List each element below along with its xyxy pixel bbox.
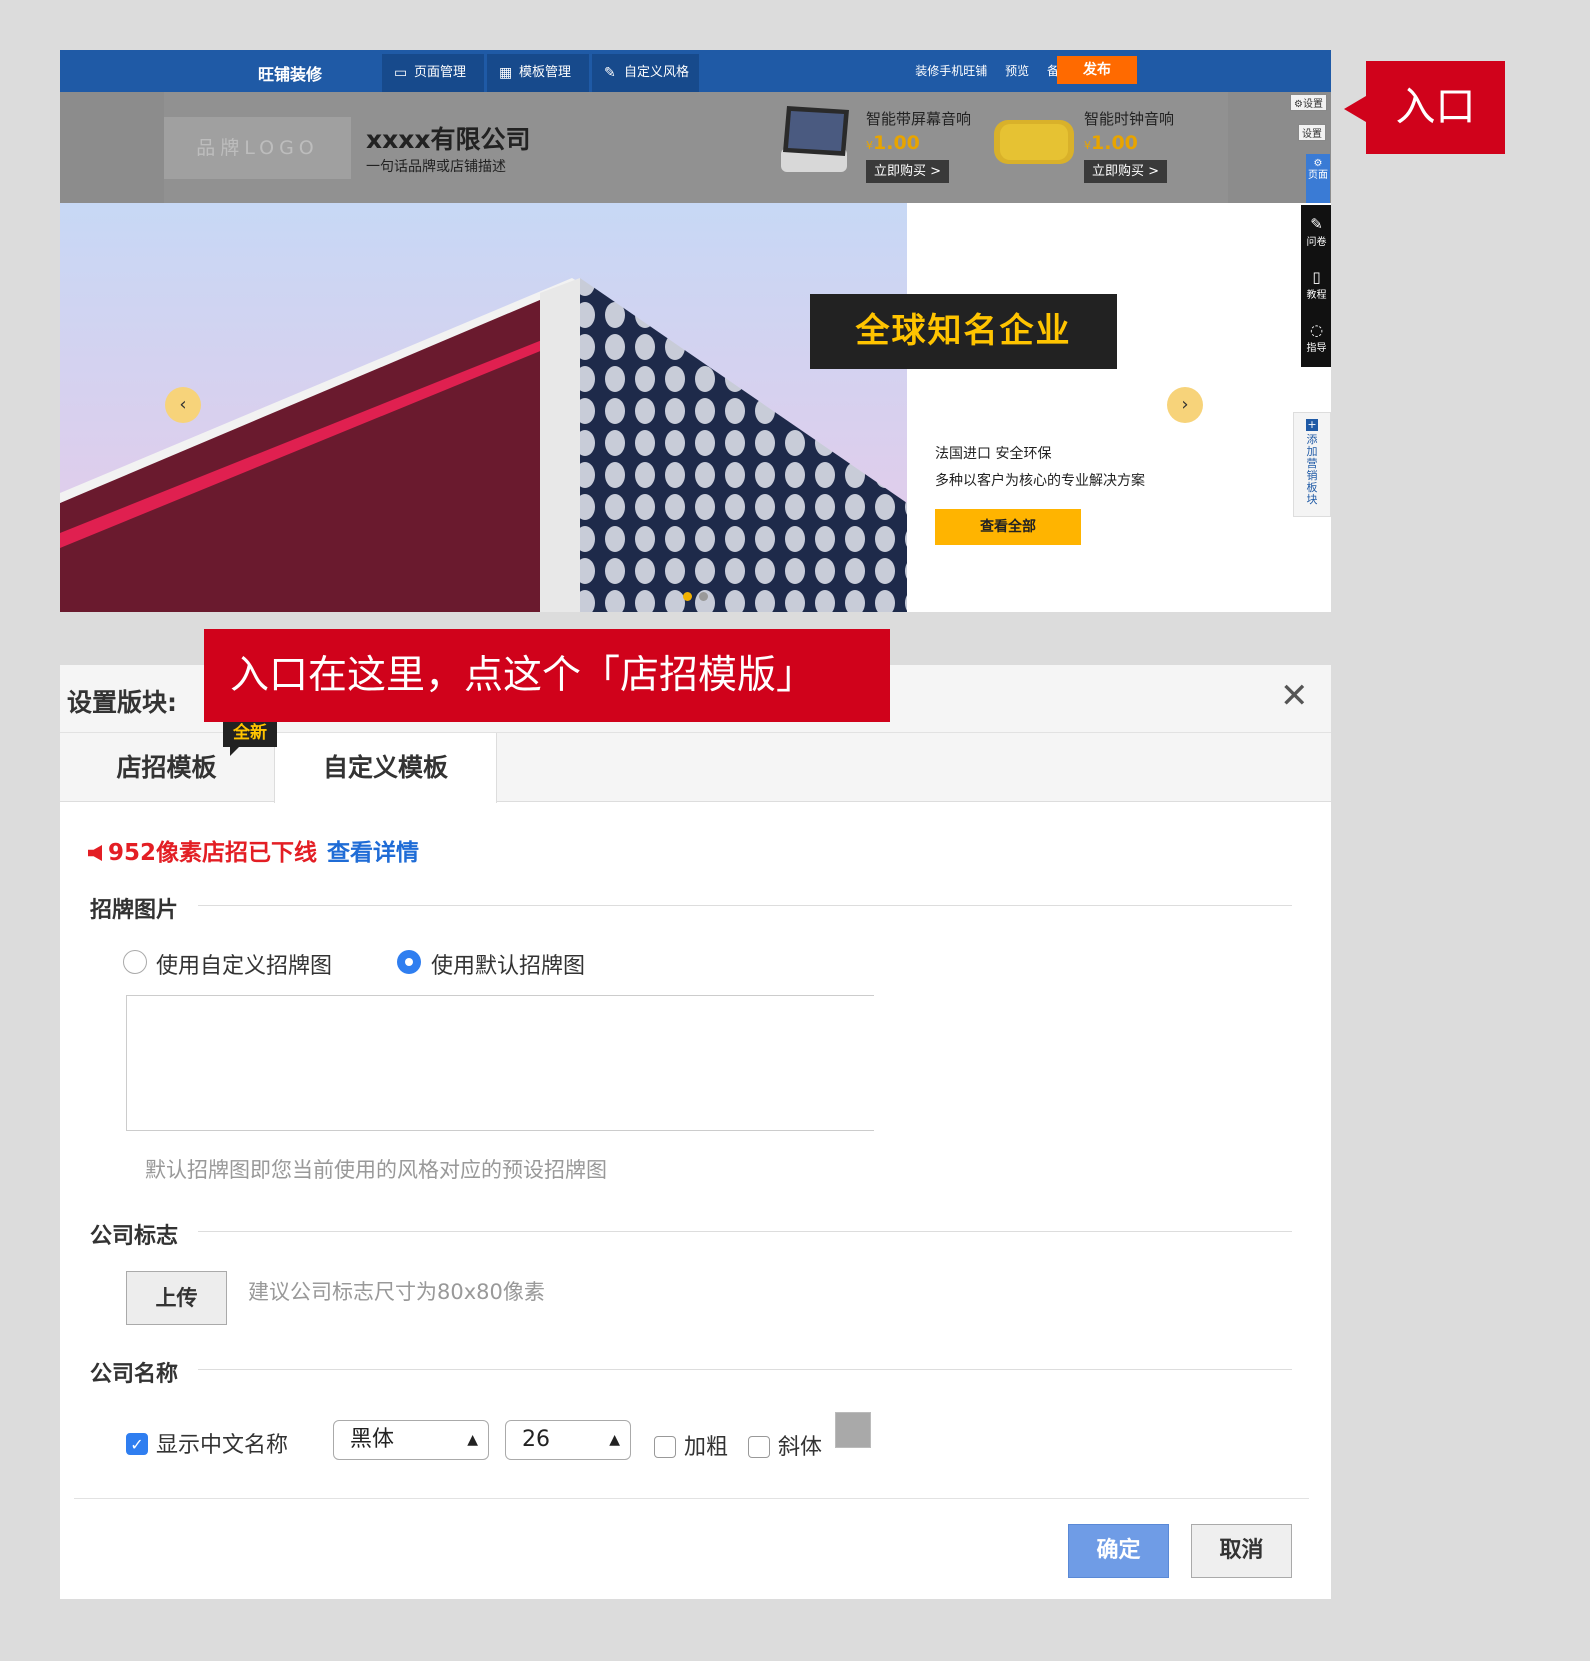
add-marketing-module-button[interactable]: + 添加营销板块: [1293, 412, 1331, 517]
section-sign-image: 招牌图片: [90, 898, 179, 923]
badge-tail: [230, 747, 239, 756]
page-settings-tag[interactable]: ⚙ 页面: [1306, 154, 1330, 204]
new-badge: 全新: [223, 720, 277, 747]
brand-logo-placeholder: 品牌LOGO: [164, 117, 351, 179]
select-caret-icon: ▲: [609, 1432, 620, 1448]
page-icon: ▭: [394, 65, 408, 81]
clock-speaker-image: [994, 120, 1074, 164]
divider: [198, 1369, 1292, 1370]
banner-subtitle: 法国进口 安全环保: [935, 446, 1052, 462]
section-company-logo: 公司标志: [90, 1224, 179, 1249]
publish-button[interactable]: 发布: [1057, 56, 1137, 84]
guide-tool[interactable]: ◌ 指导: [1301, 321, 1331, 354]
tab-template-management[interactable]: ▦ 模板管理: [487, 54, 589, 92]
show-cn-name-checkbox[interactable]: ✓: [126, 1433, 148, 1455]
product-price: ¥1.00: [1084, 132, 1138, 154]
tutorial-tool[interactable]: ▯ 教程: [1301, 268, 1331, 301]
buy-now-button[interactable]: 立即购买 >: [1084, 160, 1168, 183]
offline-notice: 952像素店招已下线 查看详情: [88, 833, 419, 867]
radio-default-label: 使用默认招牌图: [431, 954, 586, 979]
company-name: xxxx有限公司: [366, 125, 531, 154]
section-company-name: 公司名称: [90, 1362, 179, 1387]
add-market-label: 添加营销板块: [1306, 433, 1318, 506]
banner-next-button[interactable]: ›: [1167, 387, 1203, 423]
callout-arrow: [1344, 96, 1366, 122]
banner-title: 全球知名企业: [810, 294, 1117, 369]
radio-custom-label: 使用自定义招牌图: [156, 954, 333, 979]
topbar-links: 装修手机旺铺 预览 备份: [901, 50, 1071, 92]
carousel-dot-active[interactable]: [683, 592, 692, 601]
radio-custom-sign[interactable]: [123, 950, 147, 974]
tab-label: 页面管理: [414, 65, 467, 80]
chat-icon: ◌: [1309, 321, 1324, 339]
upload-hint: 建议公司标志尺寸为80x80像素: [248, 1280, 545, 1304]
tool-label: 指导: [1306, 343, 1327, 354]
tool-label: 教程: [1306, 290, 1327, 301]
tool-label: 问卷: [1306, 237, 1327, 248]
sign-image-preview: [126, 995, 874, 1131]
side-toolbar: ✎ 问卷 ▯ 教程 ◌ 指导: [1301, 205, 1331, 367]
settings-button[interactable]: 设置: [1298, 124, 1326, 141]
speaker-icon: [88, 845, 102, 861]
shop-signboard[interactable]: 品牌LOGO xxxx有限公司 一句话品牌或店铺描述 智能带屏幕音响 ¥1.00…: [60, 92, 1331, 203]
select-value: 26: [522, 1427, 550, 1452]
bold-label: 加粗: [684, 1435, 729, 1460]
entry-callout: 入口: [1366, 61, 1505, 154]
confirm-button[interactable]: 确定: [1068, 1524, 1169, 1578]
tab-page-management[interactable]: ▭ 页面管理: [382, 54, 484, 92]
font-family-select[interactable]: 黑体 ▲: [333, 1420, 489, 1460]
show-cn-name-label: 显示中文名称: [156, 1433, 289, 1458]
tab-custom-style[interactable]: ✎ 自定义风格: [592, 54, 699, 92]
brush-icon: ✎: [604, 65, 616, 81]
tab-custom-template[interactable]: 自定义模板: [274, 733, 497, 803]
company-desc: 一句话品牌或店铺描述: [366, 159, 506, 175]
divider: [198, 905, 1292, 906]
product-title: 智能时钟音响: [1084, 110, 1175, 128]
smart-display-speaker-image: [781, 106, 849, 172]
dialog-title: 设置版块:: [67, 688, 177, 717]
banner-description: 多种以客户为核心的专业解决方案: [935, 473, 1145, 489]
edit-icon: ✎: [1310, 215, 1323, 233]
book-icon: ▯: [1312, 268, 1321, 286]
view-all-button[interactable]: 查看全部: [935, 509, 1081, 545]
font-color-swatch[interactable]: [835, 1412, 871, 1448]
tab-label: 自定义风格: [624, 65, 690, 80]
carousel-dot[interactable]: [699, 592, 708, 601]
font-size-select[interactable]: 26 ▲: [505, 1420, 631, 1460]
banner-carousel: ‹ › 全球知名企业 法国进口 安全环保 多种以客户为核心的专业解决方案 查看全…: [60, 203, 1331, 612]
preview-link[interactable]: 预览: [1005, 64, 1029, 78]
signboard-settings-button[interactable]: ⚙设置: [1290, 94, 1327, 111]
italic-checkbox[interactable]: [748, 1436, 770, 1458]
tip-callout: 入口在这里，点这个「店招模版」: [204, 629, 890, 722]
buy-now-button[interactable]: 立即购买 >: [866, 160, 950, 183]
settings-dialog: 设置版块: ✕ 店招模板 自定义模板 全新 952像素店招已下线 查看详情 招牌图…: [60, 665, 1331, 1599]
radio-default-sign[interactable]: [397, 950, 421, 974]
italic-label: 斜体: [778, 1435, 823, 1460]
view-details-link[interactable]: 查看详情: [327, 840, 419, 866]
divider: [198, 1231, 1292, 1232]
tab-label: 模板管理: [519, 65, 572, 80]
close-icon[interactable]: ✕: [1280, 679, 1309, 713]
select-value: 黑体: [350, 1427, 395, 1452]
notice-text: 952像素店招已下线: [108, 840, 318, 866]
product-price: ¥1.00: [866, 132, 920, 154]
select-caret-icon: ▲: [467, 1432, 478, 1448]
bold-checkbox[interactable]: [654, 1436, 676, 1458]
editor-topbar: 旺铺装修 ▭ 页面管理 ▦ 模板管理 ✎ 自定义风格 装修手机旺铺 预览 备份 …: [60, 50, 1331, 92]
banner-prev-button[interactable]: ‹: [165, 387, 201, 423]
mobile-shop-link[interactable]: 装修手机旺铺: [915, 64, 987, 78]
default-sign-hint: 默认招牌图即您当前使用的风格对应的预设招牌图: [145, 1158, 607, 1182]
cancel-button[interactable]: 取消: [1191, 1524, 1292, 1578]
survey-tool[interactable]: ✎ 问卷: [1301, 215, 1331, 248]
shop-editor-preview: 旺铺装修 ▭ 页面管理 ▦ 模板管理 ✎ 自定义风格 装修手机旺铺 预览 备份 …: [60, 50, 1331, 612]
editor-brand: 旺铺装修: [258, 65, 323, 84]
plus-icon: +: [1306, 418, 1318, 431]
footer-divider: [74, 1498, 1309, 1499]
grid-icon: ▦: [499, 65, 513, 81]
upload-button[interactable]: 上传: [126, 1271, 227, 1325]
product-title: 智能带屏幕音响: [866, 110, 972, 128]
